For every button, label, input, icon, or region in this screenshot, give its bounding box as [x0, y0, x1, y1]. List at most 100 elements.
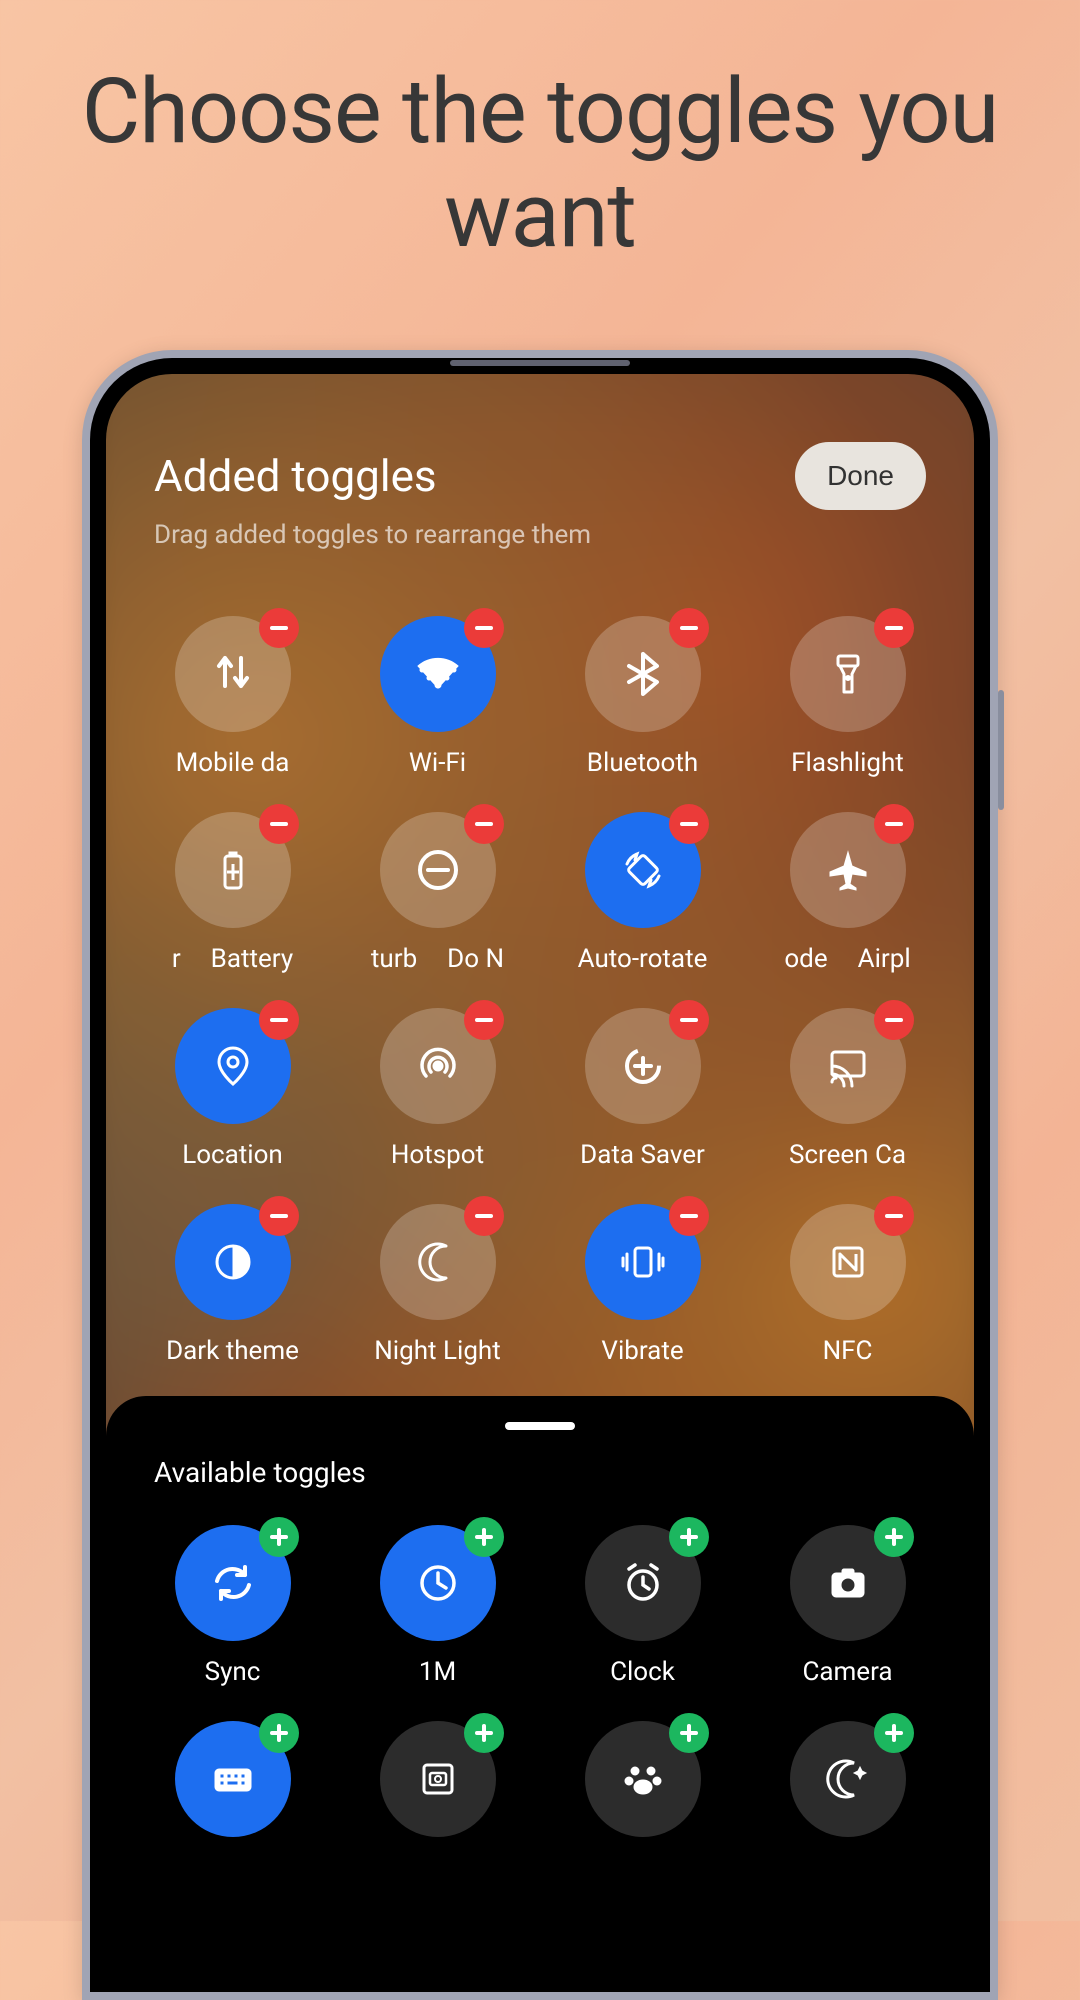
- toggle-label-extra: turb: [371, 944, 417, 974]
- toggle-label: Clock: [610, 1657, 675, 1687]
- toggle-moon[interactable]: [380, 1204, 496, 1320]
- add-toggle-button[interactable]: [464, 1713, 504, 1753]
- add-toggle-button[interactable]: [874, 1713, 914, 1753]
- toggle-nfc[interactable]: [790, 1204, 906, 1320]
- remove-toggle-button[interactable]: [874, 608, 914, 648]
- toggle-label: 1M: [419, 1657, 456, 1687]
- remove-toggle-button[interactable]: [259, 804, 299, 844]
- toggle-vibrate[interactable]: [585, 1204, 701, 1320]
- toggle-tile: [556, 1721, 729, 1853]
- page-headline: Choose the toggles you want: [0, 60, 1080, 267]
- toggle-label: NFC: [823, 1336, 873, 1366]
- toggle-hotspot[interactable]: [380, 1008, 496, 1124]
- added-toggles-title: Added toggles: [154, 450, 437, 502]
- remove-toggle-button[interactable]: [874, 1000, 914, 1040]
- toggle-tile: Sync: [146, 1525, 319, 1687]
- toggle-tile: Clock: [556, 1525, 729, 1687]
- drag-handle[interactable]: [505, 1422, 575, 1430]
- done-button[interactable]: Done: [795, 442, 926, 510]
- added-toggles-subtitle: Drag added toggles to rearrange them: [154, 520, 926, 550]
- remove-toggle-button[interactable]: [259, 1196, 299, 1236]
- toggle-label: Hotspot: [391, 1140, 484, 1170]
- toggle-clock[interactable]: [380, 1525, 496, 1641]
- toggle-airplane[interactable]: [790, 812, 906, 928]
- remove-toggle-button[interactable]: [874, 804, 914, 844]
- toggle-paw[interactable]: [585, 1721, 701, 1837]
- toggle-bedtime[interactable]: [790, 1721, 906, 1837]
- add-toggle-button[interactable]: [464, 1517, 504, 1557]
- remove-toggle-button[interactable]: [669, 608, 709, 648]
- remove-toggle-button[interactable]: [669, 804, 709, 844]
- added-toggles-grid: Mobile da Wi-Fi Bluetooth Flashlight r Batter…: [106, 580, 974, 1396]
- add-toggle-button[interactable]: [259, 1517, 299, 1557]
- toggle-label: Vibrate: [601, 1336, 683, 1366]
- add-toggle-button[interactable]: [259, 1713, 299, 1753]
- toggle-label: Camera: [802, 1657, 892, 1687]
- toggle-label: Night Light: [374, 1336, 501, 1366]
- remove-toggle-button[interactable]: [669, 1000, 709, 1040]
- toggle-tile: r Battery: [146, 812, 319, 974]
- remove-toggle-button[interactable]: [464, 608, 504, 648]
- toggle-tile: Hotspot: [351, 1008, 524, 1170]
- toggle-label: Battery: [211, 944, 293, 974]
- toggle-tile: Bluetooth: [556, 616, 729, 778]
- toggle-keyboard[interactable]: [175, 1721, 291, 1837]
- toggle-tile: [146, 1721, 319, 1853]
- toggle-label: Sync: [205, 1657, 261, 1687]
- toggle-label-extra: r: [172, 944, 181, 974]
- toggle-tile: NFC: [761, 1204, 934, 1366]
- toggle-tile: Screen Ca: [761, 1008, 934, 1170]
- toggle-rotate[interactable]: [585, 812, 701, 928]
- remove-toggle-button[interactable]: [669, 1196, 709, 1236]
- toggle-alarm[interactable]: [585, 1525, 701, 1641]
- toggle-wifi[interactable]: [380, 616, 496, 732]
- add-toggle-button[interactable]: [669, 1713, 709, 1753]
- add-toggle-button[interactable]: [669, 1517, 709, 1557]
- toggle-dnd[interactable]: [380, 812, 496, 928]
- available-toggles-title: Available toggles: [106, 1456, 974, 1499]
- toggle-label: Wi-Fi: [409, 748, 466, 778]
- toggle-label: Flashlight: [791, 748, 904, 778]
- toggle-screenshot[interactable]: [380, 1721, 496, 1837]
- available-panel[interactable]: Available toggles Sync 1M Clock Camera: [106, 1396, 974, 1992]
- remove-toggle-button[interactable]: [874, 1196, 914, 1236]
- remove-toggle-button[interactable]: [464, 1000, 504, 1040]
- toggle-battery[interactable]: [175, 812, 291, 928]
- toggle-location[interactable]: [175, 1008, 291, 1124]
- toggle-tile: Auto-rotate: [556, 812, 729, 974]
- toggle-camera[interactable]: [790, 1525, 906, 1641]
- phone-speaker: [450, 360, 630, 366]
- toggle-sync[interactable]: [175, 1525, 291, 1641]
- toggle-tile: odeAirpl: [761, 812, 934, 974]
- add-toggle-button[interactable]: [874, 1517, 914, 1557]
- toggle-tile: Dark theme: [146, 1204, 319, 1366]
- toggle-dark[interactable]: [175, 1204, 291, 1320]
- toggle-bluetooth[interactable]: [585, 616, 701, 732]
- toggle-tile: Camera: [761, 1525, 934, 1687]
- toggle-cast[interactable]: [790, 1008, 906, 1124]
- toggle-tile: Night Light: [351, 1204, 524, 1366]
- toggle-label: Auto-rotate: [578, 944, 708, 974]
- phone-side-button: [998, 690, 1004, 810]
- toggle-label: Data Saver: [580, 1140, 705, 1170]
- toggle-tile: Mobile da: [146, 616, 319, 778]
- toggle-flashlight[interactable]: [790, 616, 906, 732]
- toggle-label: Bluetooth: [587, 748, 698, 778]
- toggle-tile: Wi-Fi: [351, 616, 524, 778]
- toggle-tile: 1M: [351, 1525, 524, 1687]
- remove-toggle-button[interactable]: [464, 804, 504, 844]
- toggle-label-extra: ode: [784, 944, 827, 974]
- remove-toggle-button[interactable]: [464, 1196, 504, 1236]
- toggle-label: Location: [182, 1140, 283, 1170]
- remove-toggle-button[interactable]: [259, 608, 299, 648]
- toggle-tile: [351, 1721, 524, 1853]
- toggle-datasaver[interactable]: [585, 1008, 701, 1124]
- toggle-tile: [761, 1721, 934, 1853]
- remove-toggle-button[interactable]: [259, 1000, 299, 1040]
- toggle-tile: Vibrate: [556, 1204, 729, 1366]
- toggle-updown[interactable]: [175, 616, 291, 732]
- toggle-label: Mobile da: [176, 748, 290, 778]
- toggle-label: Dark theme: [166, 1336, 299, 1366]
- available-toggles-grid: Sync 1M Clock Camera: [106, 1499, 974, 1883]
- phone-frame: Added toggles Done Drag added toggles to…: [82, 350, 998, 2000]
